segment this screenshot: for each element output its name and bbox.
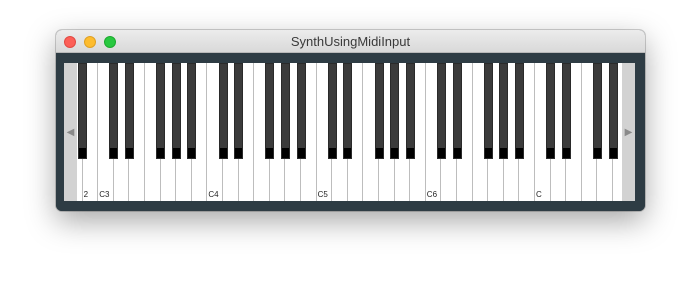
black-key[interactable] bbox=[109, 63, 119, 159]
black-key-tip bbox=[515, 148, 523, 158]
black-key[interactable] bbox=[156, 63, 166, 159]
octave-label: C5 bbox=[317, 190, 328, 199]
black-key-tip bbox=[562, 148, 570, 158]
midi-keyboard[interactable]: 2 C3 C4 C5 C6 C bbox=[77, 63, 622, 201]
black-key[interactable] bbox=[499, 63, 509, 159]
octave-label: C bbox=[536, 190, 542, 199]
black-key-tip bbox=[281, 148, 289, 158]
black-key-tip bbox=[344, 148, 352, 158]
black-key-tip bbox=[375, 148, 383, 158]
black-key[interactable] bbox=[171, 63, 181, 159]
black-key[interactable] bbox=[390, 63, 400, 159]
black-key-tip bbox=[157, 148, 165, 158]
black-key[interactable] bbox=[592, 63, 602, 159]
left-triangle-icon: ◀ bbox=[66, 126, 75, 138]
black-key[interactable] bbox=[218, 63, 228, 159]
black-key-tip bbox=[328, 148, 336, 158]
black-key[interactable] bbox=[452, 63, 462, 159]
right-triangle-icon: ▶ bbox=[624, 126, 633, 138]
black-key-tip bbox=[219, 148, 227, 158]
black-key-tip bbox=[235, 148, 243, 158]
octave-label: C3 bbox=[99, 190, 110, 199]
black-key[interactable] bbox=[78, 63, 88, 159]
black-key[interactable] bbox=[124, 63, 134, 159]
black-key-tip bbox=[188, 148, 196, 158]
black-key[interactable] bbox=[546, 63, 556, 159]
app-window: SynthUsingMidiInput ◀ 2 C3 C4 C5 C6 C ▶ bbox=[56, 30, 645, 211]
black-key-tip bbox=[547, 148, 555, 158]
black-key[interactable] bbox=[265, 63, 275, 159]
black-key-tip bbox=[484, 148, 492, 158]
black-key[interactable] bbox=[296, 63, 306, 159]
black-key-tip bbox=[125, 148, 133, 158]
black-key[interactable] bbox=[436, 63, 446, 159]
window-title: SynthUsingMidiInput bbox=[290, 34, 411, 49]
black-key[interactable] bbox=[187, 63, 197, 159]
black-key-tip bbox=[391, 148, 399, 158]
scroll-right-button[interactable]: ▶ bbox=[622, 63, 635, 201]
black-key-tip bbox=[593, 148, 601, 158]
black-key-tip bbox=[609, 148, 617, 158]
black-key-tip bbox=[172, 148, 180, 158]
black-key-tip bbox=[500, 148, 508, 158]
black-key[interactable] bbox=[280, 63, 290, 159]
black-key[interactable] bbox=[343, 63, 353, 159]
content-area: ◀ 2 C3 C4 C5 C6 C ▶ bbox=[56, 53, 645, 211]
black-key[interactable] bbox=[514, 63, 524, 159]
black-key-tip bbox=[110, 148, 118, 158]
scroll-left-button[interactable]: ◀ bbox=[64, 63, 77, 201]
title-bar: SynthUsingMidiInput bbox=[56, 30, 645, 53]
black-key-tip bbox=[453, 148, 461, 158]
black-key[interactable] bbox=[327, 63, 337, 159]
black-key[interactable] bbox=[374, 63, 384, 159]
octave-label: C4 bbox=[208, 190, 219, 199]
black-key-tip bbox=[437, 148, 445, 158]
black-key-tip bbox=[79, 148, 87, 158]
black-key[interactable] bbox=[405, 63, 415, 159]
octave-label: C6 bbox=[426, 190, 438, 199]
black-key[interactable] bbox=[483, 63, 493, 159]
black-key-tip bbox=[297, 148, 305, 158]
black-key[interactable] bbox=[234, 63, 244, 159]
octave-label: 2 bbox=[83, 190, 89, 199]
black-key-tip bbox=[406, 148, 414, 158]
black-key-tip bbox=[266, 148, 274, 158]
black-key[interactable] bbox=[561, 63, 571, 159]
black-key[interactable] bbox=[608, 63, 618, 159]
